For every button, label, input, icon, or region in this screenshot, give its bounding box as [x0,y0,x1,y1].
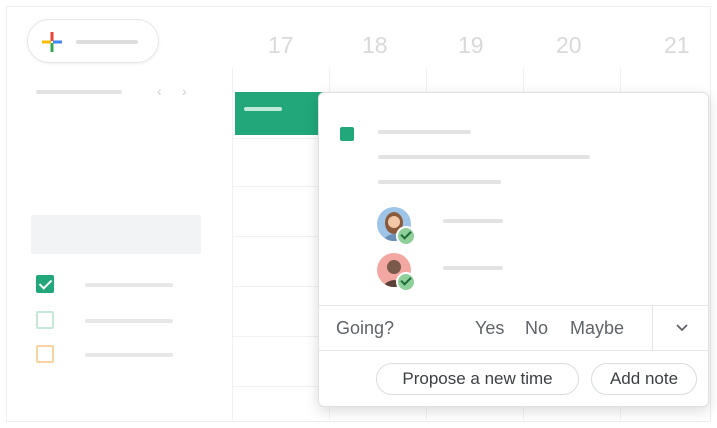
day-number[interactable]: 19 [458,32,484,59]
accepted-check-icon [396,272,416,292]
going-label: Going? [336,318,395,338]
calendar-checkbox[interactable] [36,275,54,293]
calendar-item[interactable] [36,311,176,331]
calendar-name-placeholder [85,319,173,323]
event-details-popup: Going? Yes No Maybe Propose a new time A… [318,92,709,407]
attendee-name-placeholder [443,266,503,270]
rsvp-bar: Going? Yes No Maybe [319,305,708,351]
chevron-down-icon[interactable] [675,320,689,334]
event-color-icon [340,127,354,141]
month-title-placeholder [36,90,122,94]
attendee-name-placeholder [443,219,503,223]
calendar-item[interactable] [36,345,176,365]
attendee-avatar[interactable] [377,253,417,293]
create-label-placeholder [76,40,138,44]
event-chip[interactable] [235,92,325,135]
chevron-right-icon[interactable]: › [182,81,187,101]
calendar-checkbox[interactable] [36,345,54,363]
attendee-avatar[interactable] [377,207,417,247]
chevron-left-icon[interactable]: ‹ [157,81,162,101]
calendar-name-placeholder [85,353,173,357]
create-button[interactable] [27,19,159,63]
rsvp-maybe-button[interactable]: Maybe [570,318,624,339]
multicolor-plus-icon [42,32,62,52]
calendar-item[interactable] [36,275,176,295]
rsvp-divider [652,306,653,350]
accepted-check-icon [396,226,416,246]
event-title-placeholder [378,130,471,134]
propose-new-time-button[interactable]: Propose a new time [376,363,579,395]
event-title-placeholder [244,107,282,111]
grid-column-divider [232,68,233,420]
day-number[interactable]: 21 [664,32,690,59]
rsvp-yes-button[interactable]: Yes [475,318,504,339]
calendar-name-placeholder [85,283,173,287]
rsvp-no-button[interactable]: No [525,318,548,339]
add-note-button[interactable]: Add note [591,363,697,395]
event-detail-placeholder [378,180,501,184]
day-number[interactable]: 17 [268,32,294,59]
calendar-checkbox[interactable] [36,311,54,329]
day-number[interactable]: 18 [362,32,388,59]
sidebar-search-block[interactable] [31,215,201,254]
event-time-placeholder [378,155,590,159]
day-number[interactable]: 20 [556,32,582,59]
